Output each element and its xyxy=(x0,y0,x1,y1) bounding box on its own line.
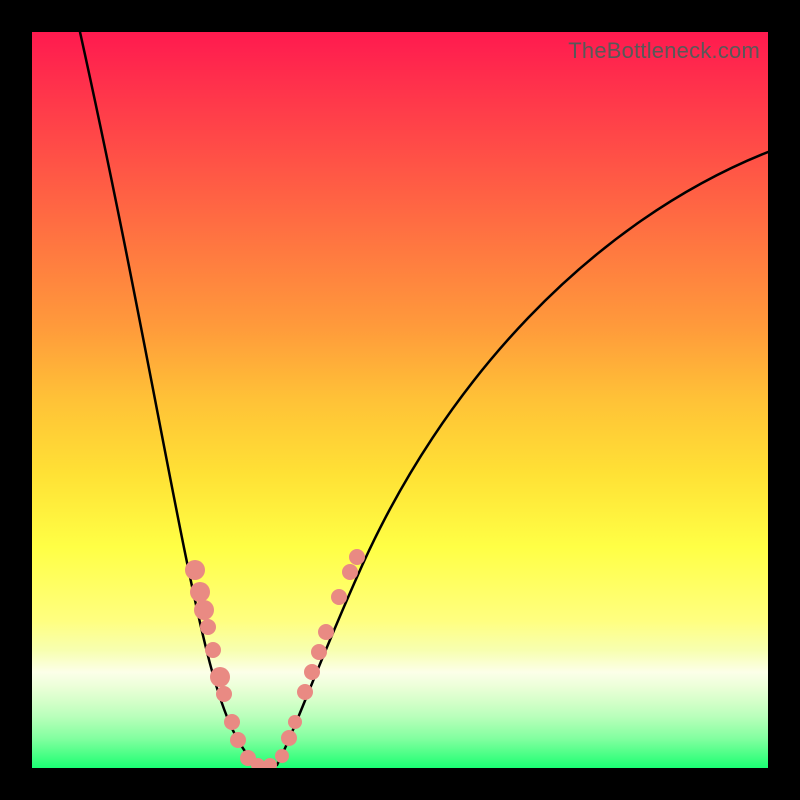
scatter-dot xyxy=(311,644,327,660)
scatter-dot xyxy=(281,730,297,746)
scatter-dots xyxy=(185,549,365,768)
scatter-dot xyxy=(205,642,221,658)
scatter-dot xyxy=(185,560,205,580)
scatter-dot xyxy=(263,758,277,768)
curve-left-arm xyxy=(80,32,257,765)
scatter-dot xyxy=(342,564,358,580)
curve-svg xyxy=(32,32,768,768)
scatter-dot xyxy=(194,600,214,620)
scatter-dot xyxy=(224,714,240,730)
scatter-dot xyxy=(318,624,334,640)
scatter-dot xyxy=(230,732,246,748)
chart-plot-area: TheBottleneck.com xyxy=(32,32,768,768)
scatter-dot xyxy=(210,667,230,687)
curve-right-arm xyxy=(277,152,768,765)
scatter-dot xyxy=(216,686,232,702)
scatter-dot xyxy=(297,684,313,700)
scatter-dot xyxy=(304,664,320,680)
scatter-dot xyxy=(288,715,302,729)
scatter-dot xyxy=(331,589,347,605)
scatter-dot xyxy=(349,549,365,565)
curve-paths xyxy=(80,32,768,765)
scatter-dot xyxy=(275,749,289,763)
scatter-dot xyxy=(200,619,216,635)
chart-frame: TheBottleneck.com xyxy=(0,0,800,800)
scatter-dot xyxy=(190,582,210,602)
